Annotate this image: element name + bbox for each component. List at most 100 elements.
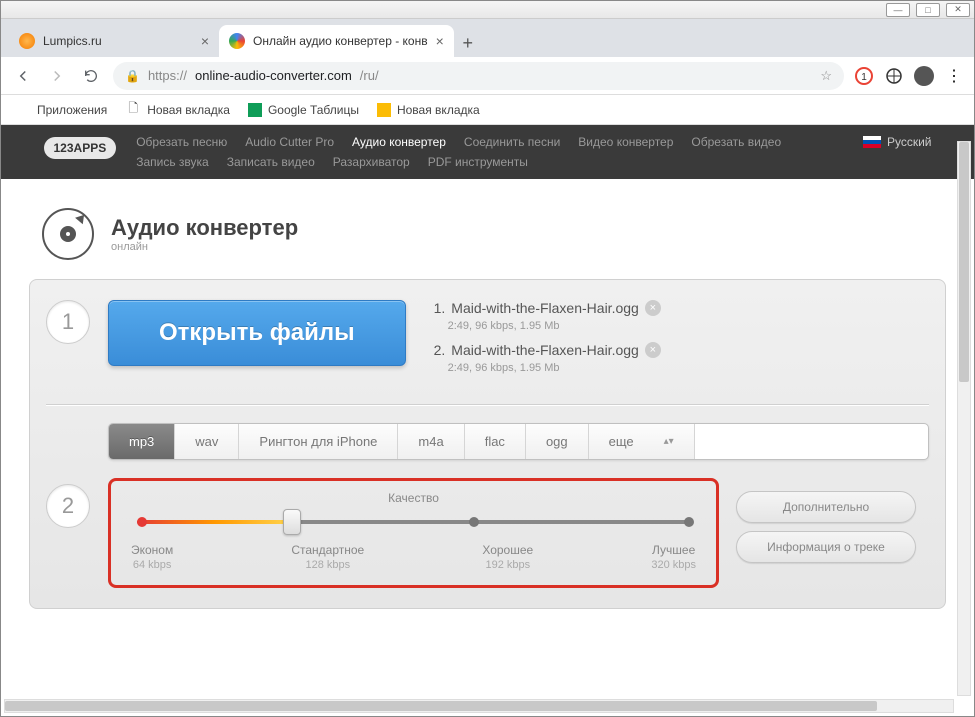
tab-close-icon[interactable]: × bbox=[436, 33, 444, 49]
file-meta: 2:49, 96 kbps, 1.95 Mb bbox=[448, 320, 661, 332]
slider-fill bbox=[137, 520, 292, 524]
step-number: 1 bbox=[46, 300, 90, 344]
file-item: 1. Maid-with-the-Flaxen-Hair.ogg × 2:49,… bbox=[434, 300, 661, 332]
remove-file-icon[interactable]: × bbox=[645, 342, 661, 358]
language-label: Русский bbox=[887, 135, 932, 149]
language-selector[interactable]: Русский bbox=[863, 135, 932, 149]
file-list: 1. Maid-with-the-Flaxen-Hair.ogg × 2:49,… bbox=[434, 300, 661, 384]
remove-file-icon[interactable]: × bbox=[645, 300, 661, 316]
svg-text:1: 1 bbox=[861, 72, 867, 83]
slider-tick bbox=[684, 517, 694, 527]
scrollbar-thumb[interactable] bbox=[5, 701, 877, 711]
nav-link[interactable]: Audio Cutter Pro bbox=[245, 135, 334, 149]
page-subtitle: онлайн bbox=[111, 241, 298, 253]
browser-tab[interactable]: Онлайн аудио конвертер - конв × bbox=[219, 25, 454, 57]
site-header: 123APPS Обрезать песню Audio Cutter Pro … bbox=[1, 125, 974, 179]
page-title: Аудио конвертер bbox=[111, 215, 298, 241]
page-icon bbox=[377, 103, 391, 117]
quality-slider[interactable] bbox=[137, 515, 690, 529]
quality-labels: Эконом64 kbps Стандартное128 kbps Хороше… bbox=[131, 543, 696, 571]
tab-title: Онлайн аудио конвертер - конв bbox=[253, 34, 428, 48]
reload-button[interactable] bbox=[79, 64, 103, 88]
track-info-button[interactable]: Информация о треке bbox=[736, 531, 916, 563]
star-icon[interactable]: ☆ bbox=[820, 68, 832, 84]
format-tab-ogg[interactable]: ogg bbox=[526, 424, 589, 459]
new-tab-button[interactable]: + bbox=[454, 29, 482, 57]
chevron-updown-icon: ▴▾ bbox=[664, 436, 674, 447]
divider bbox=[46, 404, 929, 405]
file-index: 2. bbox=[434, 342, 446, 358]
file-index: 1. bbox=[434, 300, 446, 316]
vertical-scrollbar[interactable] bbox=[957, 141, 971, 696]
window-close-button[interactable]: ✕ bbox=[946, 3, 970, 17]
open-files-button[interactable]: Открыть файлы bbox=[108, 300, 406, 366]
format-tabs: mp3 wav Рингтон для iPhone m4a flac ogg … bbox=[108, 423, 929, 460]
file-name: Maid-with-the-Flaxen-Hair.ogg bbox=[451, 342, 639, 358]
quality-level: Лучшее320 kbps bbox=[651, 543, 696, 571]
tab-close-icon[interactable]: × bbox=[201, 33, 209, 49]
favicon-icon bbox=[229, 33, 245, 49]
site-logo[interactable]: 123APPS bbox=[44, 137, 117, 159]
url-path: /ru/ bbox=[360, 68, 379, 83]
address-bar[interactable]: 🔒 https:// online-audio-converter.com/ru/… bbox=[113, 62, 844, 90]
window-minimize-button[interactable]: — bbox=[886, 3, 910, 17]
tab-title: Lumpics.ru bbox=[43, 34, 102, 48]
bookmark-label: Google Таблицы bbox=[268, 103, 359, 117]
bookmark-label: Новая вкладка bbox=[397, 103, 480, 117]
step-2: 2 mp3 wav Рингтон для iPhone m4a flac og… bbox=[46, 423, 929, 588]
disc-icon bbox=[41, 207, 95, 261]
bookmark-item[interactable]: Новая вкладка bbox=[377, 103, 480, 117]
quality-level: Хорошее192 kbps bbox=[482, 543, 533, 571]
bookmark-item[interactable]: Google Таблицы bbox=[248, 103, 359, 117]
nav-link[interactable]: Запись звука bbox=[136, 155, 209, 169]
nav-link[interactable]: Соединить песни bbox=[464, 135, 560, 149]
format-tab-mp3[interactable]: mp3 bbox=[109, 424, 175, 459]
horizontal-scrollbar[interactable] bbox=[4, 699, 954, 713]
extension-icon[interactable] bbox=[884, 66, 904, 86]
nav-link[interactable]: Записать видео bbox=[227, 155, 315, 169]
page-icon: 🗋 bbox=[125, 102, 141, 118]
nav-link[interactable]: Обрезать песню bbox=[136, 135, 227, 149]
nav-link[interactable]: Разархиватор bbox=[333, 155, 410, 169]
site-nav: Обрезать песню Audio Cutter Pro Аудио ко… bbox=[136, 135, 863, 169]
step-1: 1 Открыть файлы 1. Maid-with-the-Flaxen-… bbox=[46, 300, 929, 384]
format-tab-flac[interactable]: flac bbox=[465, 424, 526, 459]
nav-link[interactable]: PDF инструменты bbox=[428, 155, 528, 169]
lock-icon: 🔒 bbox=[125, 69, 140, 83]
nav-link[interactable]: Аудио конвертер bbox=[352, 135, 446, 149]
nav-link[interactable]: Видео конвертер bbox=[578, 135, 673, 149]
browser-tab[interactable]: Lumpics.ru × bbox=[9, 25, 219, 57]
url-host: online-audio-converter.com bbox=[195, 68, 352, 83]
format-tab-more[interactable]: еще▴▾ bbox=[589, 424, 695, 459]
url-prefix: https:// bbox=[148, 68, 187, 83]
bookmark-label: Приложения bbox=[37, 103, 107, 117]
browser-toolbar: 🔒 https:// online-audio-converter.com/ru/… bbox=[1, 57, 974, 95]
scrollbar-thumb[interactable] bbox=[959, 142, 969, 382]
bookmarks-bar: Приложения 🗋 Новая вкладка Google Таблиц… bbox=[1, 95, 974, 125]
advanced-button[interactable]: Дополнительно bbox=[736, 491, 916, 523]
main-panel: 1 Открыть файлы 1. Maid-with-the-Flaxen-… bbox=[29, 279, 946, 609]
back-button[interactable] bbox=[11, 64, 35, 88]
extension-icon[interactable]: 1 bbox=[854, 66, 874, 86]
quality-selector: Качество Эконом64 kbps Стандартное128 kb… bbox=[108, 478, 719, 588]
quality-level: Эконом64 kbps bbox=[131, 543, 173, 571]
quality-level: Стандартное128 kbps bbox=[291, 543, 364, 571]
file-name: Maid-with-the-Flaxen-Hair.ogg bbox=[451, 300, 639, 316]
menu-button[interactable]: ⋮ bbox=[944, 66, 964, 86]
format-tab-wav[interactable]: wav bbox=[175, 424, 239, 459]
profile-avatar[interactable] bbox=[914, 66, 934, 86]
sheets-icon bbox=[248, 103, 262, 117]
nav-link[interactable]: Обрезать видео bbox=[691, 135, 781, 149]
window-title-bar: — □ ✕ bbox=[1, 1, 974, 19]
apps-grid-icon bbox=[15, 102, 31, 118]
forward-button[interactable] bbox=[45, 64, 69, 88]
slider-handle[interactable] bbox=[283, 509, 301, 535]
bookmark-apps[interactable]: Приложения bbox=[15, 102, 107, 118]
bookmark-item[interactable]: 🗋 Новая вкладка bbox=[125, 102, 230, 118]
format-tab-ringtone[interactable]: Рингтон для iPhone bbox=[239, 424, 398, 459]
slider-tick bbox=[469, 517, 479, 527]
quality-title: Качество bbox=[131, 491, 696, 505]
file-meta: 2:49, 96 kbps, 1.95 Mb bbox=[448, 362, 661, 374]
format-tab-m4a[interactable]: m4a bbox=[398, 424, 464, 459]
window-maximize-button[interactable]: □ bbox=[916, 3, 940, 17]
